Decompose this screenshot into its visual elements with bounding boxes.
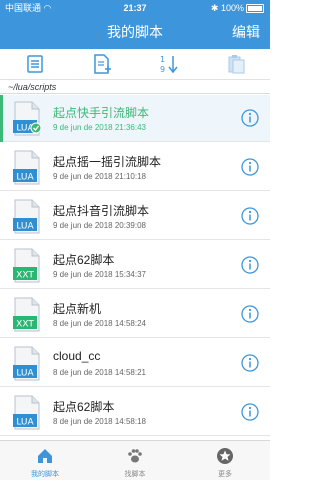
file-name: 起点抖音引流脚本: [53, 204, 150, 218]
app-header: 中国联通 ◠ 21:37 ✱ 100% 我的脚本 编辑: [0, 0, 270, 49]
file-row[interactable]: LUA cloud_cc 8 de jun de 2018 14:58:21: [0, 340, 270, 387]
sort-icon[interactable]: 19: [157, 53, 181, 75]
info-icon[interactable]: [241, 109, 259, 127]
new-file-icon[interactable]: [90, 53, 114, 75]
svg-text:1: 1: [160, 55, 165, 64]
lua-file-icon: LUA: [12, 150, 42, 185]
toolbar: 19: [0, 49, 270, 80]
lua-file-icon: LUA: [12, 346, 42, 381]
paw-icon: [128, 449, 142, 463]
file-row[interactable]: LUA 起点快手引流脚本 9 de jun de 2018 21:36:43: [0, 95, 270, 142]
file-row[interactable]: LUA 起点62脚本 8 de jun de 2018 14:58:18: [0, 389, 270, 436]
tab-my-scripts[interactable]: 我的脚本: [0, 441, 90, 481]
battery-indicator: ✱ 100%: [211, 0, 264, 16]
file-date: 8 de jun de 2018 14:58:18: [53, 417, 146, 426]
file-list: LUA 起点快手引流脚本 9 de jun de 2018 21:36:43 LUA 起…: [0, 95, 270, 440]
file-name: 起点62脚本: [53, 400, 115, 414]
file-type-badge: LUA: [16, 418, 34, 428]
file-type-badge: XXT: [16, 271, 34, 281]
info-icon[interactable]: [241, 158, 259, 176]
info-icon[interactable]: [241, 354, 259, 372]
tab-bar: 我的脚本 找脚本 更多: [0, 440, 270, 480]
current-path: ~/lua/scripts: [0, 80, 270, 94]
edit-button[interactable]: 编辑: [232, 16, 260, 49]
info-icon[interactable]: [241, 256, 259, 274]
info-icon[interactable]: [241, 207, 259, 225]
battery-icon: [246, 4, 264, 14]
xxt-file-icon: XXT: [12, 248, 42, 283]
file-name: 起点摇一摇引流脚本: [53, 155, 162, 169]
file-type-badge: LUA: [16, 369, 34, 379]
tab-label: 找脚本: [124, 471, 146, 478]
nav-bar: 我的脚本 编辑: [0, 16, 270, 49]
file-row[interactable]: LUA 起点摇一摇引流脚本 9 de jun de 2018 21:10:18: [0, 144, 270, 191]
status-bar: 中国联通 ◠ 21:37 ✱ 100%: [0, 0, 270, 16]
file-row[interactable]: XXT 起点新机 8 de jun de 2018 14:58:24: [0, 291, 270, 338]
home-icon: [38, 449, 52, 463]
file-row[interactable]: LUA 起点抖音引流脚本 9 de jun de 2018 20:39:08: [0, 193, 270, 240]
file-type-badge: LUA: [16, 222, 34, 232]
info-icon[interactable]: [241, 305, 259, 323]
svg-text:9: 9: [160, 65, 165, 74]
star-icon: [217, 448, 233, 464]
lua-file-icon: LUA: [12, 199, 42, 234]
file-date: 9 de jun de 2018 21:10:18: [53, 172, 146, 181]
file-name: cloud_cc: [53, 349, 101, 363]
bluetooth-icon: ✱: [210, 3, 219, 13]
tab-find-scripts[interactable]: 找脚本: [90, 441, 180, 481]
xxt-file-icon: XXT: [12, 297, 42, 332]
page-title: 我的脚本: [107, 24, 163, 40]
file-date: 9 de jun de 2018 20:39:08: [53, 221, 146, 230]
tab-label: 更多: [218, 471, 232, 478]
file-date: 8 de jun de 2018 14:58:21: [53, 368, 146, 377]
tab-more[interactable]: 更多: [180, 441, 270, 481]
file-name: 起点62脚本: [53, 253, 115, 267]
script-list-icon[interactable]: [23, 53, 47, 75]
file-type-badge: LUA: [16, 173, 34, 183]
file-date: 9 de jun de 2018 21:36:43: [53, 123, 146, 132]
file-type-badge: XXT: [16, 320, 34, 330]
battery-percent: 100%: [220, 3, 244, 13]
file-date: 9 de jun de 2018 15:34:37: [53, 270, 146, 279]
file-name: 起点新机: [53, 302, 102, 316]
file-date: 8 de jun de 2018 14:58:24: [53, 319, 146, 328]
file-row[interactable]: XXT 起点62脚本 9 de jun de 2018 15:34:37: [0, 242, 270, 289]
tab-label: 我的脚本: [31, 471, 59, 478]
file-name: 起点快手引流脚本: [53, 106, 150, 120]
paste-icon[interactable]: [224, 53, 248, 75]
lua-file-icon: LUA: [12, 395, 42, 430]
selection-indicator: [0, 95, 3, 142]
info-icon[interactable]: [241, 403, 259, 421]
lua-file-icon: LUA: [12, 101, 42, 136]
